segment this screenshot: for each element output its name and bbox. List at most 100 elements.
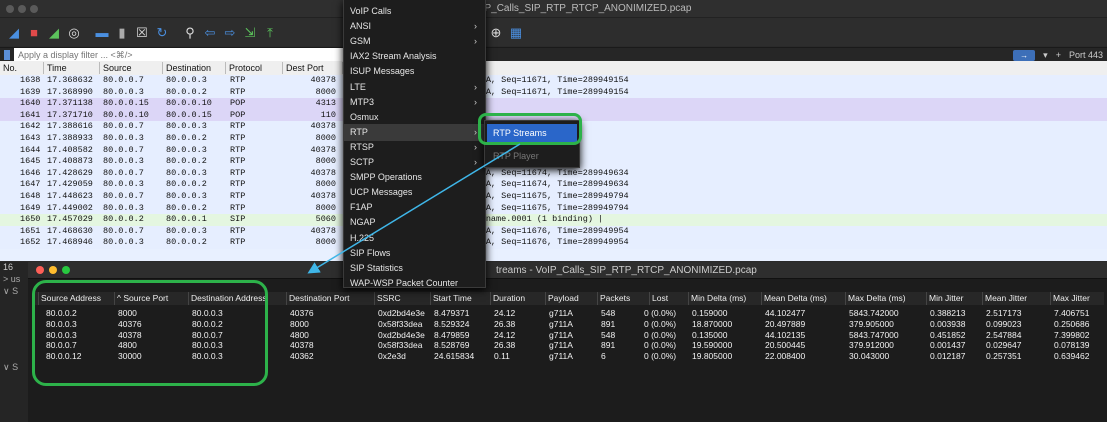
rtp-column-header[interactable]: Mean Jitter <box>982 292 1027 305</box>
minimize-dot[interactable] <box>49 266 57 274</box>
packet-cell-proto: RTP <box>230 237 246 248</box>
go-to-first-icon[interactable]: ⤒ <box>262 24 278 40</box>
zoom-in-icon[interactable]: ⊕ <box>488 24 504 40</box>
rtp-column-header[interactable]: Packets <box>597 292 630 305</box>
packet-cell-proto: POP <box>230 98 246 109</box>
add-filter-button[interactable]: + <box>1056 50 1061 60</box>
packet-cell-time: 17.371138 <box>47 98 93 109</box>
display-filter-bar: → ▾ + Port 443 <box>0 47 1107 62</box>
menu-item-wap-wsp-packet-counter[interactable]: WAP-WSP Packet Counter <box>344 275 485 292</box>
packet-cell-dport: 40378 <box>310 190 336 201</box>
column-header-dest-port[interactable]: Dest Port <box>283 62 343 74</box>
minimize-dot[interactable] <box>18 5 26 13</box>
apply-filter-button[interactable]: → <box>1013 49 1036 61</box>
packet-row[interactable]: 164617.42862980.0.0.780.0.0.3RTP40378T G… <box>0 167 1107 180</box>
packet-row[interactable]: 164917.44900280.0.0.380.0.0.2RTP8000T G.… <box>0 202 1107 215</box>
packet-cell-dport: 4313 <box>315 98 336 109</box>
packet-cell-dst: 80.0.0.2 <box>166 86 207 97</box>
packet-cell-dport: 40378 <box>310 167 336 178</box>
go-to-packet-icon[interactable]: ⇲ <box>242 24 258 40</box>
packet-cell-proto: RTP <box>230 167 246 178</box>
rtp-column-header[interactable]: Min Delta (ms) <box>688 292 746 305</box>
zoom-dot[interactable] <box>62 266 70 274</box>
filter-dropdown-icon[interactable]: ▾ <box>1043 50 1048 61</box>
packet-cell-dport: 8000 <box>315 237 336 248</box>
packet-cell-proto: RTP <box>230 202 246 213</box>
packet-row[interactable]: 164017.37113880.0.0.1580.0.0.10POP4313: … <box>0 98 1107 110</box>
filter-button-label[interactable]: Port 443 <box>1069 50 1103 60</box>
details-line[interactable]: > us <box>3 274 20 284</box>
rtp-cell: 0.012187 <box>930 351 966 362</box>
packet-cell-dst: 80.0.0.2 <box>166 156 207 167</box>
rtp-column-header[interactable]: Mean Delta (ms) <box>761 292 827 305</box>
packet-cell-no: 1643 <box>20 132 41 143</box>
go-back-icon[interactable]: ⇦ <box>202 24 218 40</box>
menu-item-rtp-player[interactable]: RTP Player <box>487 147 577 165</box>
menu-item-label: RTP <box>350 126 368 137</box>
packet-cell-proto: RTP <box>230 190 246 201</box>
rtp-column-header[interactable]: Destination Port <box>286 292 349 305</box>
packet-cell-src: 80.0.0.10 <box>103 109 149 120</box>
rtp-cell: 0x2e3d <box>378 351 406 362</box>
rtp-cell: g711A <box>549 351 573 362</box>
find-packet-icon[interactable]: ⚲ <box>182 24 198 40</box>
menu-item-label: UCP Messages <box>350 187 413 198</box>
open-file-icon[interactable]: ▬ <box>94 24 110 40</box>
packet-cell-src: 80.0.0.15 <box>103 98 149 109</box>
column-header-protocol[interactable]: Protocol <box>226 62 283 74</box>
rtp-streams-title: treams - VoIP_Calls_SIP_RTP_RTCP_ANONIMI… <box>496 265 757 276</box>
resize-columns-icon[interactable]: ▦ <box>508 24 524 40</box>
packet-row[interactable]: 163817.36863280.0.0.780.0.0.3RTP40378T G… <box>0 75 1107 87</box>
packet-cell-no: 1648 <box>20 190 41 201</box>
stop-capture-icon[interactable]: ■ <box>26 24 42 40</box>
packet-cell-dport: 40378 <box>310 75 336 85</box>
packet-cell-dst: 80.0.0.3 <box>166 121 207 132</box>
save-file-icon[interactable]: ▮ <box>114 24 130 40</box>
column-header-destination[interactable]: Destination <box>163 62 226 74</box>
packet-row[interactable]: 165017.45702980.0.0.280.0.0.1SIP5060: RE… <box>0 214 1107 226</box>
packet-cell-proto: SIP <box>230 214 246 225</box>
packet-cell-dport: 8000 <box>315 86 336 97</box>
shark-fin-start-icon[interactable]: ◢ <box>6 24 22 40</box>
reload-file-icon[interactable]: ↻ <box>154 24 170 40</box>
packet-row[interactable]: 163917.36899080.0.0.380.0.0.2RTP8000T G.… <box>0 86 1107 99</box>
packet-row[interactable]: 164817.44862380.0.0.780.0.0.3RTP40378T G… <box>0 190 1107 203</box>
rtp-column-header[interactable]: Max Delta (ms) <box>845 292 906 305</box>
menu-item-label: LTE <box>350 81 366 92</box>
column-header-no[interactable]: No. <box>0 62 44 74</box>
packet-cell-src: 80.0.0.7 <box>103 190 144 201</box>
rtp-column-header[interactable]: Payload <box>545 292 579 305</box>
rtp-cell: 0 (0.0%) <box>644 351 677 362</box>
menu-item-label: NGAP <box>350 217 376 228</box>
packet-cell-proto: RTP <box>230 225 246 236</box>
packet-row[interactable]: 165117.46863080.0.0.780.0.0.3RTP40378T G… <box>0 225 1107 238</box>
column-header-time[interactable]: Time <box>44 62 100 74</box>
packet-row[interactable]: 165217.46894680.0.0.380.0.0.2RTP8000T G.… <box>0 237 1107 249</box>
rtp-column-header[interactable]: Duration <box>490 292 525 305</box>
details-line[interactable]: ∨ S <box>3 286 18 297</box>
packet-list-header: No. Time Source Destination Protocol Des… <box>0 61 1107 75</box>
close-dot[interactable] <box>6 5 14 13</box>
close-dot[interactable] <box>36 266 44 274</box>
restart-capture-icon[interactable]: ◢ <box>46 24 62 40</box>
packet-row[interactable]: 164717.42905980.0.0.380.0.0.2RTP8000T G.… <box>0 179 1107 191</box>
packet-cell-proto: RTP <box>230 75 246 85</box>
rtp-column-header[interactable]: Min Jitter <box>926 292 963 305</box>
rtp-column-header[interactable]: Lost <box>649 292 668 305</box>
packet-cell-dport: 5060 <box>315 214 336 225</box>
rtp-column-header[interactable]: Max Jitter <box>1050 292 1090 305</box>
column-header-source[interactable]: Source <box>100 62 163 74</box>
packet-cell-dst: 80.0.0.2 <box>166 237 207 248</box>
filter-bookmark-icon[interactable] <box>4 50 10 60</box>
go-forward-icon[interactable]: ⇨ <box>222 24 238 40</box>
rtp-column-header[interactable]: Start Time <box>430 292 472 305</box>
packet-cell-dport: 8000 <box>315 156 336 167</box>
zoom-dot[interactable] <box>30 5 38 13</box>
window-title: VoIP_Calls_SIP_RTP_RTCP_ANONIMIZED.pcap <box>470 3 692 14</box>
packet-cell-dport: 40378 <box>310 225 336 236</box>
capture-options-icon[interactable]: ◎ <box>66 24 82 40</box>
highlight-box-rtp-streams <box>478 113 582 145</box>
rtp-column-header[interactable]: SSRC <box>374 292 401 305</box>
close-file-icon[interactable]: ☒ <box>134 24 150 40</box>
details-line[interactable]: ∨ S <box>3 362 18 373</box>
